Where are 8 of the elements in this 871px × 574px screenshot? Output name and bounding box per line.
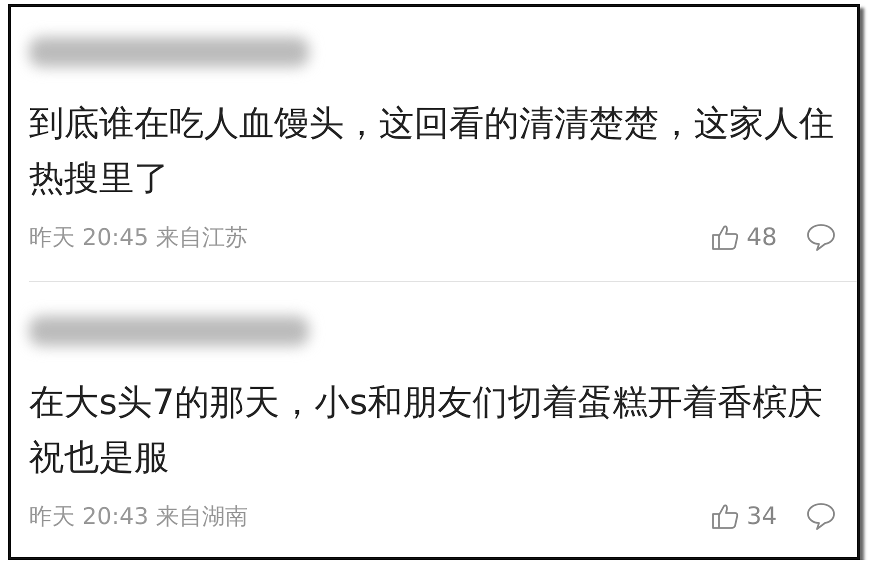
comment-bubble-icon[interactable] xyxy=(805,222,837,252)
like-count: 48 xyxy=(746,223,777,251)
comment-text: 到底谁在吃人血馒头，这回看的清清楚楚，这家人住热搜里了 xyxy=(29,103,835,201)
like-count: 34 xyxy=(746,502,777,530)
comment-time-location: 昨天 20:45 来自江苏 xyxy=(29,224,248,252)
comment-bubble-icon[interactable] xyxy=(805,501,837,531)
comment-time-location: 昨天 20:43 来自湖南 xyxy=(29,502,248,532)
comment-text: 在大s头7的那天，小s和朋友们切着蛋糕开着香槟庆祝也是服 xyxy=(29,382,824,480)
